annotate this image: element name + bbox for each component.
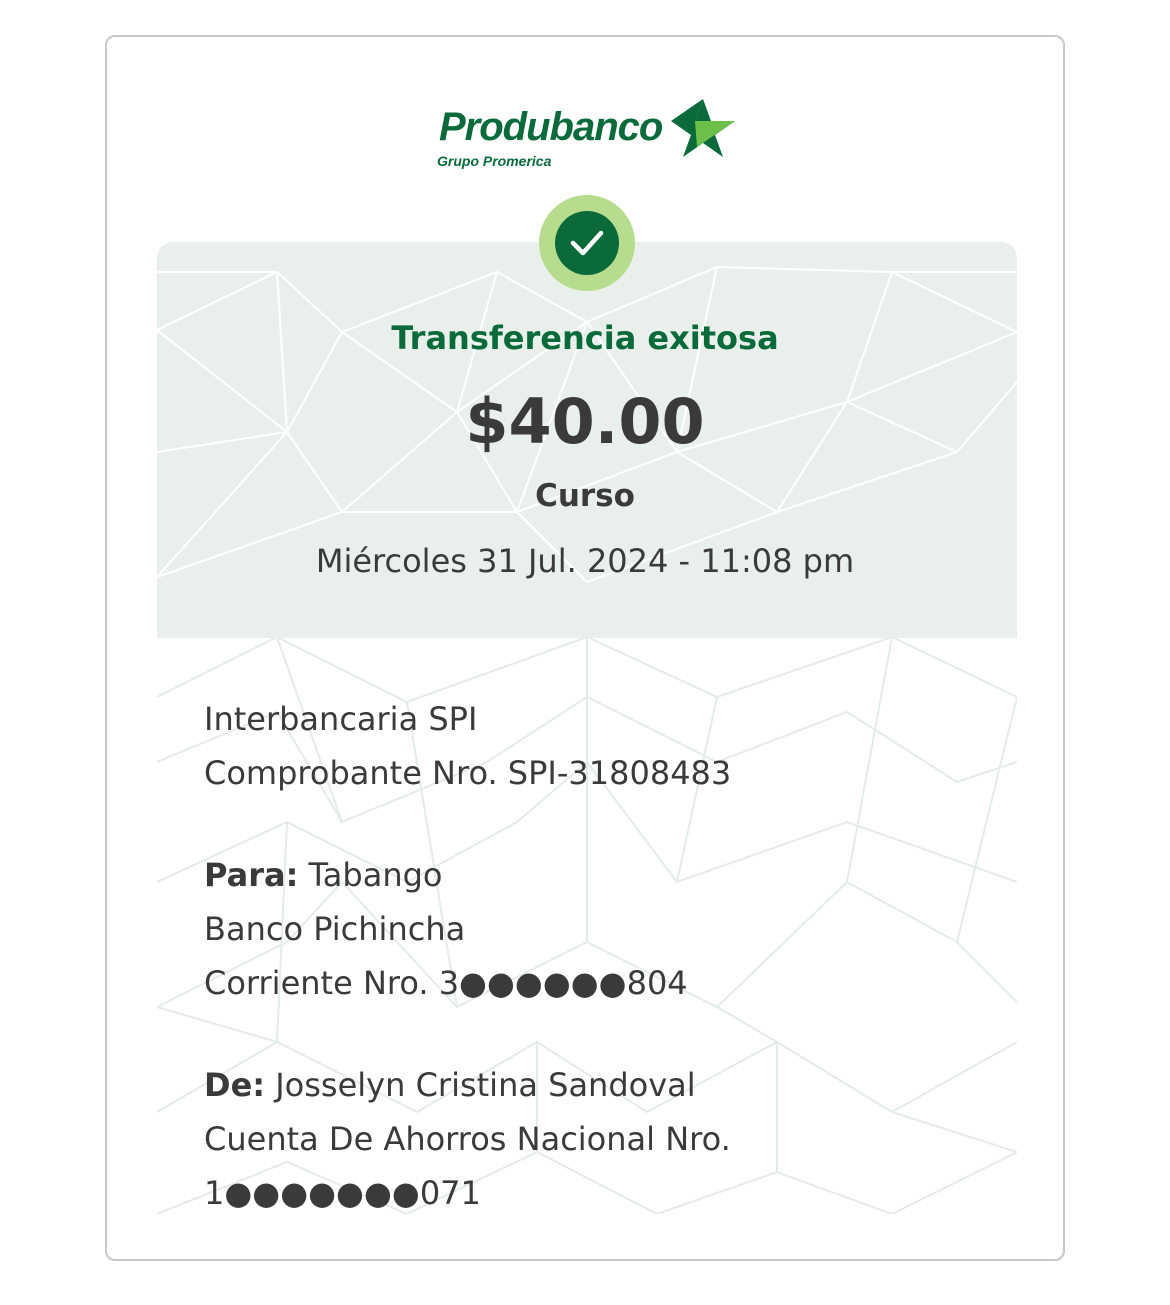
brand-subtitle: Grupo Promerica bbox=[437, 153, 552, 169]
recipient-bank: Banco Pichincha bbox=[204, 910, 466, 948]
recipient-line: Para: Tabango bbox=[204, 848, 731, 902]
success-badge bbox=[539, 195, 635, 291]
sender-account-number: 1●●●●●●●071 bbox=[204, 1174, 481, 1212]
transfer-amount: $40.00 bbox=[465, 385, 705, 458]
transfer-concept: Curso bbox=[535, 478, 635, 514]
recipient-account: Corriente Nro. 3●●●●●●804 bbox=[204, 964, 688, 1002]
recipient-label: Para: bbox=[204, 856, 299, 894]
sender-account-type: Cuenta De Ahorros Nacional Nro. bbox=[204, 1120, 731, 1158]
voucher-number: Comprobante Nro. SPI-31808483 bbox=[204, 754, 732, 792]
brand-name: Produbanco bbox=[439, 105, 663, 149]
sender-name: Josselyn Cristina Sandoval bbox=[275, 1066, 696, 1104]
receipt-card: Produbanco Grupo Promerica Transferencia… bbox=[105, 35, 1065, 1261]
sender-label: De: bbox=[204, 1066, 266, 1104]
recipient-name: Tabango bbox=[308, 856, 443, 894]
transfer-datetime: Miércoles 31 Jul. 2024 - 11:08 pm bbox=[315, 542, 855, 580]
check-icon bbox=[570, 230, 604, 256]
sender-line: De: Josselyn Cristina Sandoval bbox=[204, 1058, 731, 1112]
star-icon bbox=[671, 99, 735, 157]
transfer-details: Interbancaria SPI Comprobante Nro. SPI-3… bbox=[204, 692, 731, 1220]
status-title: Transferencia exitosa bbox=[391, 319, 779, 357]
transfer-type: Interbancaria SPI bbox=[204, 700, 478, 738]
produbanco-logo: Produbanco Grupo Promerica bbox=[437, 97, 737, 177]
